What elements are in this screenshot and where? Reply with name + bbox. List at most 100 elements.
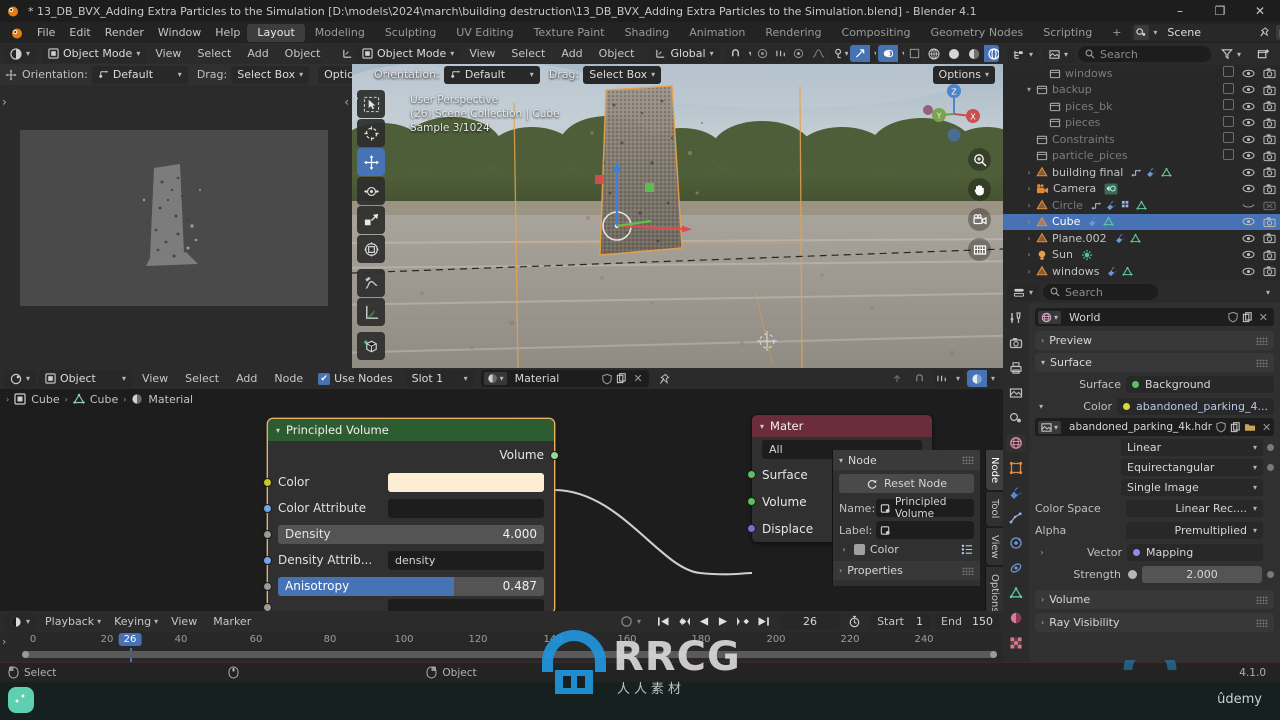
shader-editor[interactable]: ▾ Object ▾ View Select Add Node ✔ Use No… [0, 368, 1003, 611]
color-attribute-socket[interactable] [263, 503, 272, 513]
node-label-field[interactable] [876, 521, 974, 539]
outliner-disable-render-icon[interactable] [1263, 150, 1276, 162]
world-name[interactable]: World [1064, 311, 1224, 324]
new-collection-button[interactable] [1251, 45, 1276, 63]
timeline-expand-arrow-icon[interactable]: › [2, 635, 6, 648]
node-color-swatch[interactable] [388, 472, 544, 492]
timeline-playhead[interactable]: 26 [118, 633, 142, 646]
node-canvas[interactable]: ▾ Principled Volume Volume Color Color A… [0, 409, 1003, 611]
vector-row[interactable]: › Vector Mapping [1035, 542, 1274, 562]
outliner-expand-icon[interactable]: › [1022, 234, 1036, 243]
outliner-modifier-icon[interactable] [1131, 167, 1142, 178]
outliner-checkbox[interactable] [1223, 132, 1234, 146]
material-name[interactable]: Material [510, 372, 599, 385]
properties-modifier-tab[interactable] [1006, 484, 1026, 502]
outliner-expand-icon[interactable]: › [1022, 184, 1036, 193]
properties-object-tab[interactable] [1006, 459, 1026, 477]
proportional-edit-group[interactable]: ▾ [752, 45, 787, 62]
node-clipped-field[interactable] [388, 599, 544, 611]
viewport-menu-select[interactable]: Select [190, 45, 238, 63]
3d-viewport[interactable]: Object Mode ▾ View Select Add Object Glo… [352, 43, 1003, 368]
add-cube-tool-icon[interactable] [357, 332, 385, 360]
node-name-row[interactable]: Name: Principled Volume [833, 496, 980, 520]
snap-node-element-icon[interactable] [933, 370, 952, 387]
material-copy-icon[interactable] [616, 373, 627, 384]
shader-editor-type-button[interactable]: ▾ [4, 369, 37, 388]
ortho-persp-toggle-icon[interactable] [968, 238, 991, 261]
outliner-expand-icon[interactable]: › [1022, 250, 1036, 259]
snap-magnet-shader-icon[interactable] [910, 370, 930, 387]
alpha-row[interactable]: Alpha Premultiplied ▾ [1035, 520, 1274, 540]
properties-tool-tab[interactable] [1006, 309, 1026, 327]
unlink-image-icon[interactable]: ✕ [1259, 421, 1274, 434]
outliner-hide-eye-icon[interactable] [1242, 117, 1255, 128]
outliner-expand-icon[interactable]: › [1022, 168, 1036, 177]
color-expand-chevron-icon[interactable]: ▾ [1035, 402, 1047, 411]
interpolation-row[interactable]: Linear ▾ [1035, 439, 1274, 456]
use-nodes-check-icon[interactable]: ✔ [318, 372, 331, 385]
outliner-checkbox[interactable] [1223, 148, 1234, 163]
move-tool-icon[interactable] [357, 148, 385, 176]
outliner-light-data-icon[interactable] [1081, 249, 1093, 261]
image-name[interactable]: abandoned_parking_4k.hdr [1064, 421, 1212, 433]
use-nodes-checkbox[interactable]: ✔ Use Nodes [318, 372, 393, 385]
pin-material-icon[interactable] [658, 373, 670, 385]
jump-to-start-icon[interactable] [657, 616, 670, 627]
outliner-row-backup[interactable]: ▾ backup [1003, 82, 1280, 99]
image-editor-sidebar-arrow-icon[interactable]: ‹ [344, 95, 349, 109]
node-label-row[interactable]: Label: [833, 519, 980, 541]
outliner-checkbox[interactable] [1223, 82, 1234, 97]
interpolation-animate-dot-icon[interactable] [1267, 444, 1274, 451]
outliner-row-plane-002[interactable]: › Plane.002 [1003, 230, 1280, 247]
maximize-button[interactable]: ❐ [1200, 0, 1240, 22]
vector-value[interactable]: Mapping [1127, 543, 1263, 561]
outliner-row-particle-pices[interactable]: particle_pices [1003, 148, 1280, 165]
workspace-tab-animation[interactable]: Animation [679, 24, 755, 42]
jump-to-next-keyframe-icon[interactable] [736, 616, 750, 627]
outliner-row-camera[interactable]: › Camera [1003, 181, 1280, 198]
snap-magnet-icon[interactable] [726, 45, 745, 62]
timeline-menu-marker[interactable]: Marker [206, 613, 258, 631]
vp-menu-view[interactable]: View [462, 45, 502, 63]
outliner-checkbox[interactable] [1223, 99, 1234, 113]
workspace-tab-layout[interactable]: Layout [247, 23, 305, 42]
outliner-disable-render-icon[interactable] [1263, 133, 1276, 145]
timeline-editor[interactable]: ▾ Playback ▾ Keying ▾ View Marker ▾ 26 S… [0, 611, 1003, 662]
node-next-row-clipped[interactable] [263, 599, 554, 611]
outliner-row-windows[interactable]: windows [1003, 65, 1280, 82]
vp-orientation-dropdown[interactable]: Default ▾ [443, 65, 540, 84]
menu-window[interactable]: Window [151, 24, 208, 42]
outliner-expand-icon[interactable]: › [1022, 201, 1036, 210]
scene-name[interactable]: Scene [1161, 26, 1253, 39]
scene-selector[interactable]: ▾ Scene ✕ [1131, 24, 1280, 41]
properties-physics-tab[interactable] [1006, 534, 1026, 552]
outliner-wrench-icon[interactable] [1107, 266, 1118, 277]
outliner-hide-eye-icon[interactable] [1242, 216, 1255, 227]
xray-toggle-icon[interactable] [906, 45, 923, 62]
auto-keying-toggle[interactable]: ▾ [614, 613, 647, 631]
open-image-folder-icon[interactable] [1244, 422, 1256, 433]
outliner-expand-icon[interactable]: ▾ [1022, 85, 1036, 94]
snap-vertex-icon[interactable] [789, 45, 808, 62]
outliner-disable-render-icon[interactable] [1263, 117, 1276, 129]
outliner-row-sun[interactable]: › Sun [1003, 247, 1280, 264]
outliner-hide-eye-icon[interactable] [1242, 101, 1255, 112]
play-reverse-icon[interactable] [698, 616, 710, 627]
properties-viewlayer-tab[interactable] [1006, 384, 1026, 402]
node-name-field[interactable]: Principled Volume [876, 496, 974, 520]
node-panel-header[interactable]: ▾ Node [833, 450, 980, 470]
frame-start-field[interactable]: Start 1 [869, 613, 931, 630]
solid-shading-icon[interactable] [944, 45, 964, 62]
vp-menu-select[interactable]: Select [504, 45, 552, 63]
viewport-toolbar[interactable] [357, 90, 385, 360]
outliner-wrench-icon[interactable] [1146, 167, 1157, 178]
outliner-camera-data-icon[interactable] [1104, 183, 1118, 195]
outliner-disable-render-icon[interactable] [1263, 265, 1276, 277]
outliner-hide-eye-icon[interactable] [1242, 167, 1255, 178]
vp-options-button[interactable]: Options ▾ [932, 65, 995, 84]
surface-input-socket[interactable] [747, 470, 756, 479]
shader-menu-view[interactable]: View [135, 370, 175, 388]
workspace-tab-uv-editing[interactable]: UV Editing [446, 24, 523, 42]
node-color-expand-chevron-icon[interactable]: › [839, 545, 849, 554]
world-icon[interactable]: ▾ [1038, 310, 1062, 324]
